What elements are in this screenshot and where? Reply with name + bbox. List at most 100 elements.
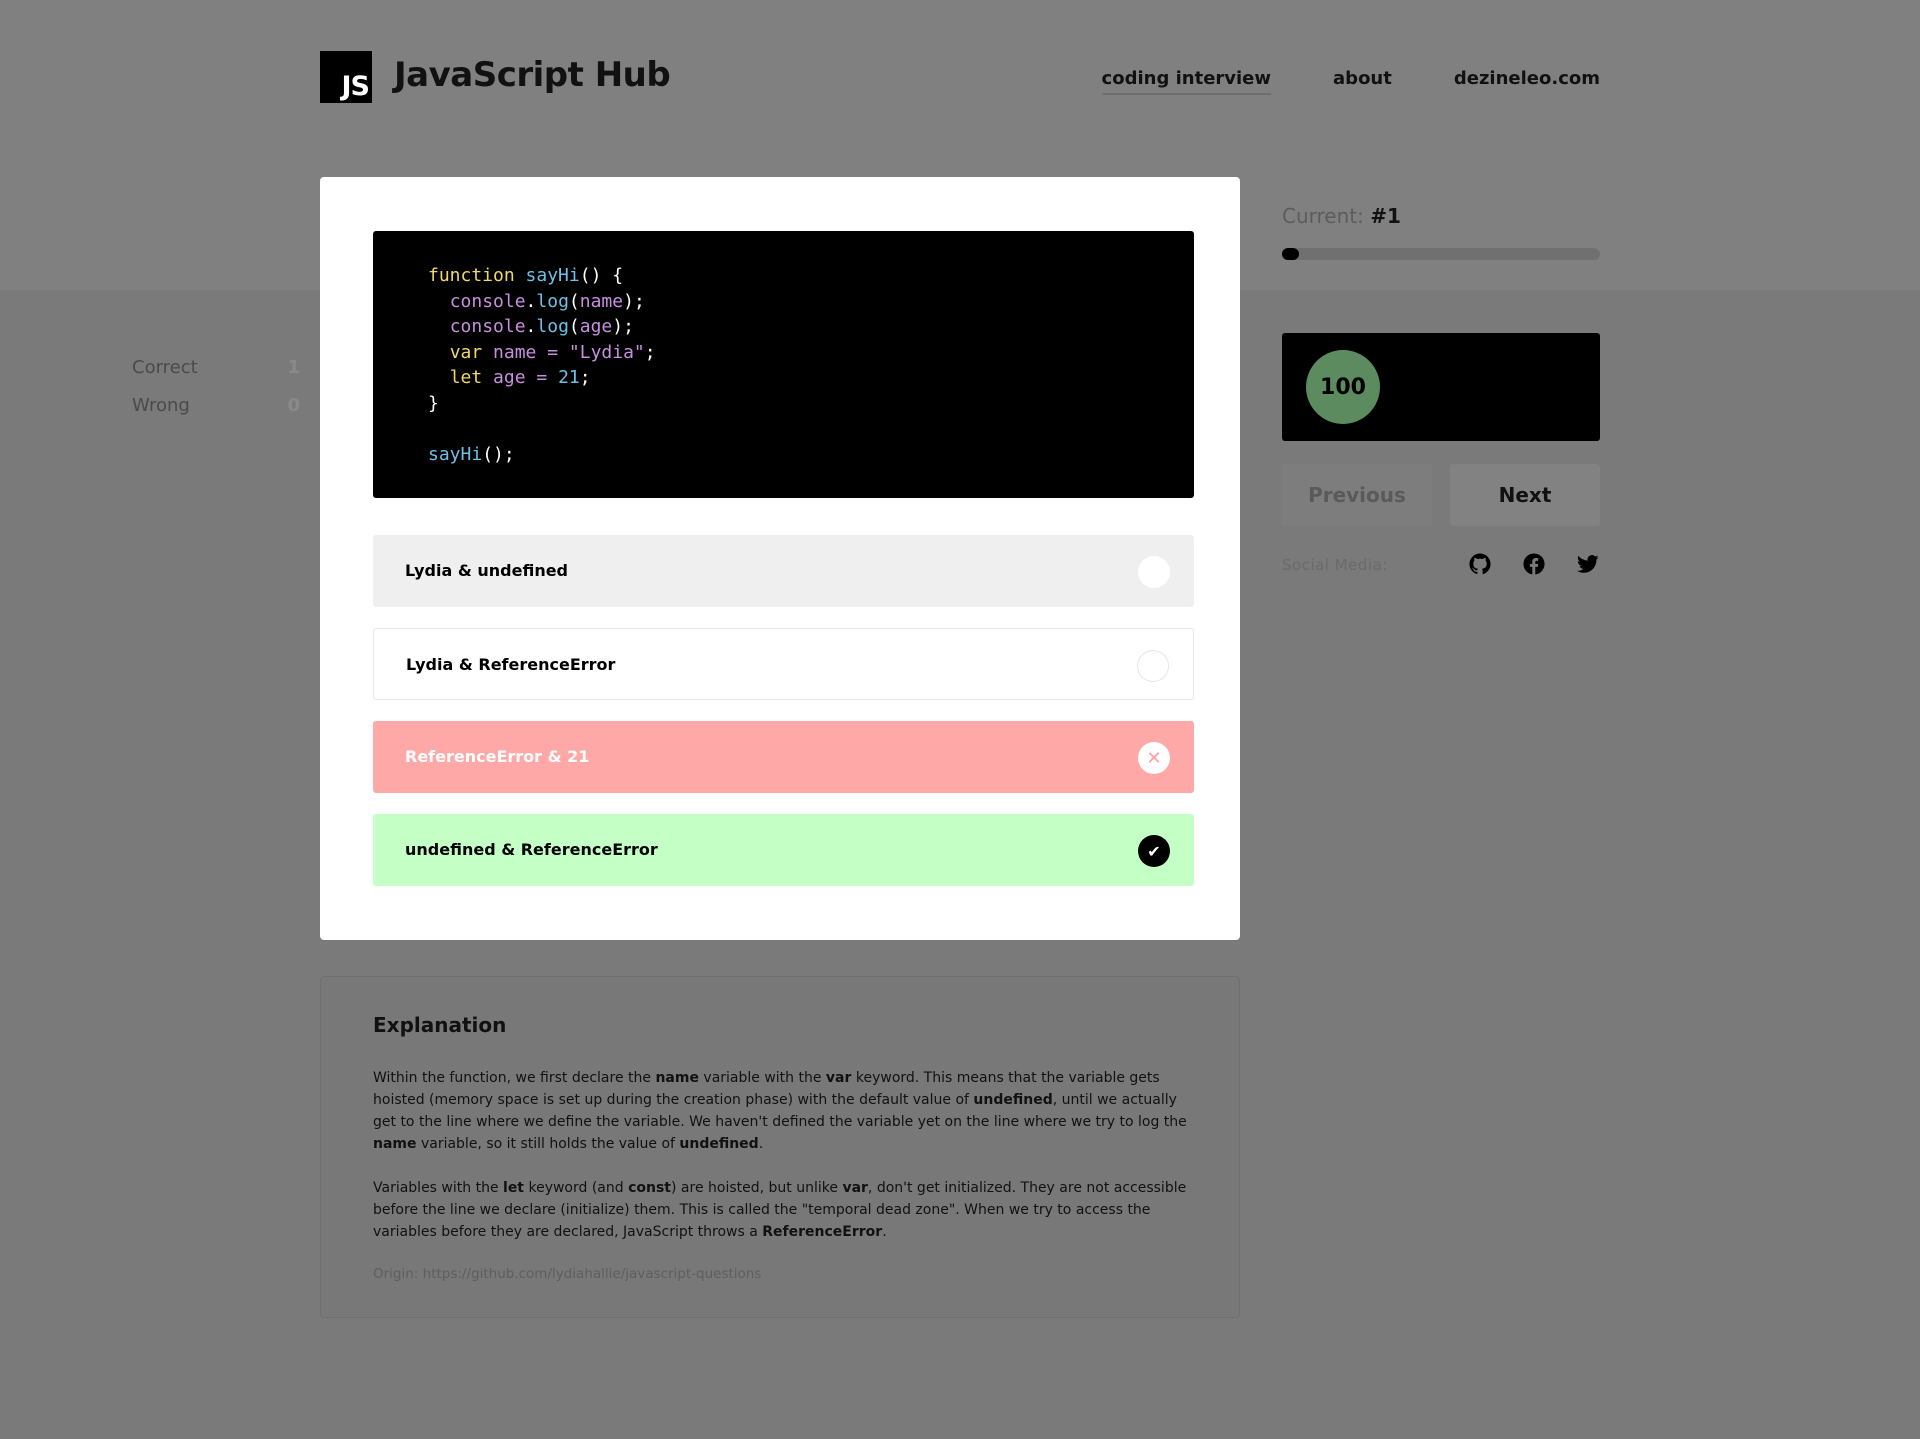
code-line: function sayHi() { [428, 263, 1139, 289]
code-token: function [428, 265, 526, 286]
code-term: undefined [973, 1092, 1053, 1108]
current-question-indicator: Current: #1 [1282, 204, 1401, 228]
code-token: 21 [558, 367, 580, 388]
twitter-icon[interactable] [1577, 553, 1599, 575]
code-token: log [536, 290, 569, 312]
code-token: . [525, 316, 537, 337]
correct-label: Correct [132, 357, 198, 378]
brand-title[interactable]: JavaScript Hub [394, 55, 671, 95]
current-label: Current: [1282, 204, 1364, 228]
answer-option-label: Lydia & ReferenceError [406, 655, 616, 674]
code-line: } [428, 391, 1139, 417]
code-token: name = [493, 341, 569, 363]
nav-dezineleo[interactable]: dezineleo.com [1454, 68, 1600, 95]
previous-button[interactable]: Previous [1282, 464, 1432, 526]
code-token: let [449, 367, 494, 388]
explanation-text: . [882, 1224, 887, 1240]
explanation-text: Within the function, we first declare th… [373, 1070, 656, 1086]
correct-stat: Correct 1 [132, 357, 300, 378]
radio-circle-icon [1137, 650, 1169, 682]
nav-coding-interview[interactable]: coding interview [1101, 68, 1272, 95]
explanation-paragraph-1: Within the function, we first declare th… [373, 1067, 1187, 1155]
answer-option-label: Lydia & undefined [405, 561, 569, 580]
code-token: } [428, 392, 439, 414]
check-icon: ✔ [1138, 835, 1170, 867]
code-block: function sayHi() { console.log(name); co… [373, 231, 1194, 498]
answer-option-2[interactable]: Lydia & ReferenceError [373, 628, 1194, 700]
explanation-title: Explanation [373, 1013, 507, 1037]
code-token: log [536, 316, 569, 337]
code-token: (); [482, 443, 515, 465]
code-token: var [449, 341, 494, 363]
current-value: #1 [1370, 204, 1401, 228]
explanation-text: keyword (and [524, 1180, 629, 1196]
logo-text: JS [341, 71, 370, 102]
code-line: console.log(name); [428, 289, 1139, 315]
explanation-text: variable, so it still holds the value of [416, 1136, 680, 1152]
answer-option-label: undefined & ReferenceError [405, 840, 658, 859]
code-term: name [373, 1136, 417, 1152]
code-token: sayHi [525, 265, 580, 286]
code-term: const [628, 1180, 672, 1196]
code-term: let [503, 1180, 525, 1196]
answer-option-label: ReferenceError & 21 [405, 747, 590, 766]
wrong-count: 0 [287, 395, 300, 416]
code-token: ); [623, 290, 645, 312]
code-token: "Lydia" [568, 341, 645, 363]
explanation-text: . [758, 1136, 764, 1152]
code-token: name [579, 290, 624, 312]
answer-option-3[interactable]: ReferenceError & 21 ✕ [373, 721, 1194, 793]
wrong-label: Wrong [132, 395, 190, 416]
explanation-text: ) are hoisted, but unlike [671, 1180, 843, 1196]
progress-fill [1282, 248, 1300, 260]
nav-about[interactable]: about [1333, 68, 1392, 95]
code-term: name [655, 1070, 699, 1086]
code-token: ( [568, 290, 580, 312]
code-token: ; [644, 341, 656, 363]
answer-option-4[interactable]: undefined & ReferenceError ✔ [373, 814, 1194, 886]
code-token: ; [579, 367, 591, 388]
correct-count: 1 [287, 357, 300, 378]
code-token: console [449, 290, 526, 312]
code-line: console.log(age); [428, 314, 1139, 340]
code-term: ReferenceError [762, 1224, 883, 1240]
score-panel: 100 [1282, 333, 1600, 441]
code-token: () { [579, 265, 624, 286]
facebook-icon[interactable] [1523, 553, 1545, 575]
code-line: sayHi(); [428, 442, 1139, 468]
code-token: age = [493, 367, 559, 388]
github-icon[interactable] [1469, 553, 1491, 575]
explanation-text: variable with the [698, 1070, 826, 1086]
code-token: age [579, 316, 613, 337]
radio-circle-icon [1138, 556, 1170, 588]
site-header: JS JavaScript Hub coding interview about… [320, 51, 1600, 103]
social-media-label: Social Media: [1282, 556, 1388, 574]
code-term: undefined [679, 1136, 759, 1152]
explanation-paragraph-2: Variables with the let keyword (and cons… [373, 1177, 1187, 1243]
explanation-panel: Explanation Within the function, we firs… [320, 976, 1240, 1318]
code-term: var [842, 1180, 868, 1196]
question-card: function sayHi() { console.log(name); co… [320, 177, 1240, 940]
code-token: ); [612, 316, 634, 337]
main-nav: coding interview about dezineleo.com [1101, 68, 1600, 95]
origin-link[interactable]: Origin: https://github.com/lydiahallie/j… [373, 1263, 1187, 1285]
score-circle: 100 [1306, 350, 1380, 424]
wrong-stat: Wrong 0 [132, 395, 300, 416]
answer-option-1[interactable]: Lydia & undefined [373, 535, 1194, 607]
next-button[interactable]: Next [1450, 464, 1600, 526]
code-token: sayHi [428, 443, 483, 465]
code-line: let age = 21; [428, 365, 1139, 391]
code-term: var [825, 1070, 852, 1086]
code-line: var name = "Lydia"; [428, 340, 1139, 366]
explanation-text: Variables with the [373, 1180, 504, 1196]
progress-bar [1282, 248, 1600, 260]
code-token: ( [568, 316, 580, 337]
code-token: . [525, 290, 537, 312]
js-logo[interactable]: JS [320, 51, 372, 103]
code-token: console [449, 316, 526, 337]
close-icon: ✕ [1138, 742, 1170, 774]
